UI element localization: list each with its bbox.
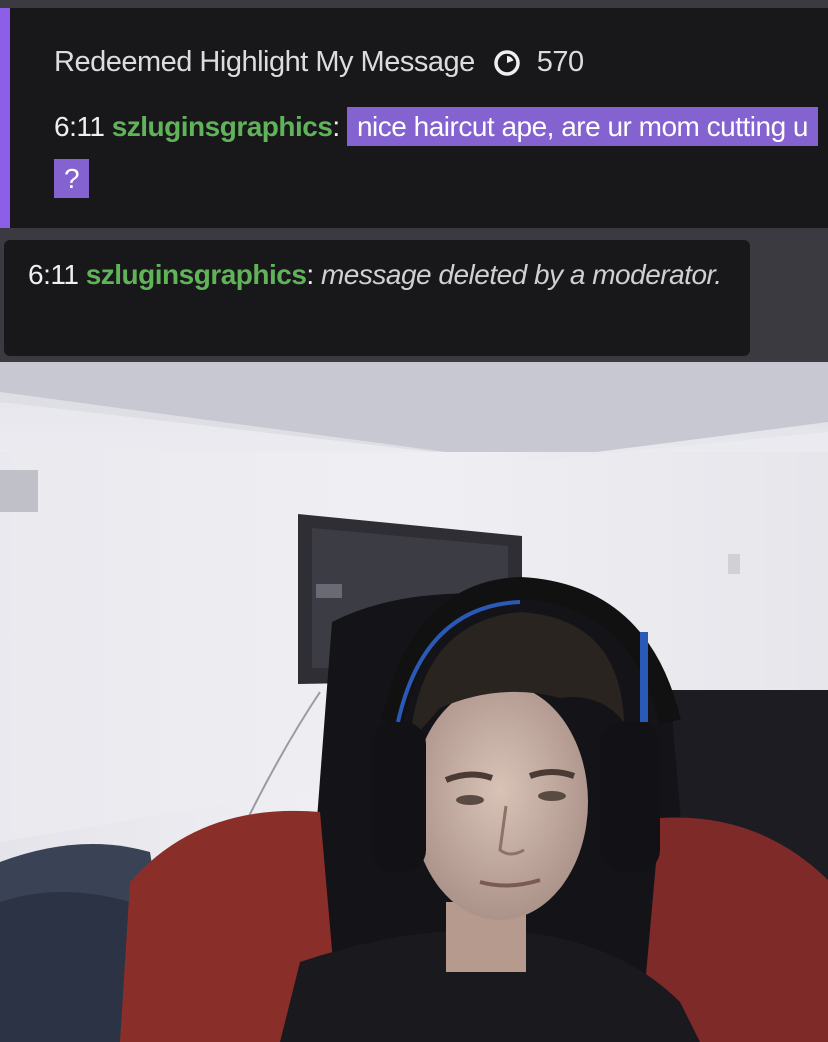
deleted-message-text: message deleted by a moderator. bbox=[320, 259, 722, 290]
message-timestamp: 6:11 bbox=[54, 111, 105, 142]
message-timestamp: 6:11 bbox=[28, 259, 79, 290]
message-username[interactable]: szluginsgraphics bbox=[112, 111, 333, 142]
message-separator: : bbox=[306, 259, 314, 290]
deleted-message-card: 6:11 szluginsgraphics: message deleted b… bbox=[4, 240, 750, 356]
redemption-header: Redeemed Highlight My Message 570 bbox=[54, 46, 584, 79]
channel-points-icon bbox=[493, 49, 521, 77]
chat-message: 6:11 szluginsgraphics: message deleted b… bbox=[28, 252, 728, 298]
webcam-feed bbox=[0, 362, 828, 1042]
message-separator: : bbox=[332, 111, 340, 142]
chat-panel: Redeemed Highlight My Message 570 6:11 s… bbox=[0, 0, 828, 362]
redemption-label: Redeemed Highlight My Message bbox=[54, 46, 475, 78]
message-username[interactable]: szluginsgraphics bbox=[86, 259, 307, 290]
highlighted-message-card: Redeemed Highlight My Message 570 6:11 s… bbox=[0, 8, 828, 228]
webcam-image bbox=[0, 362, 828, 1042]
points-cost: 570 bbox=[536, 46, 584, 78]
chat-message: 6:11 szluginsgraphics: nice haircut ape,… bbox=[54, 101, 818, 205]
